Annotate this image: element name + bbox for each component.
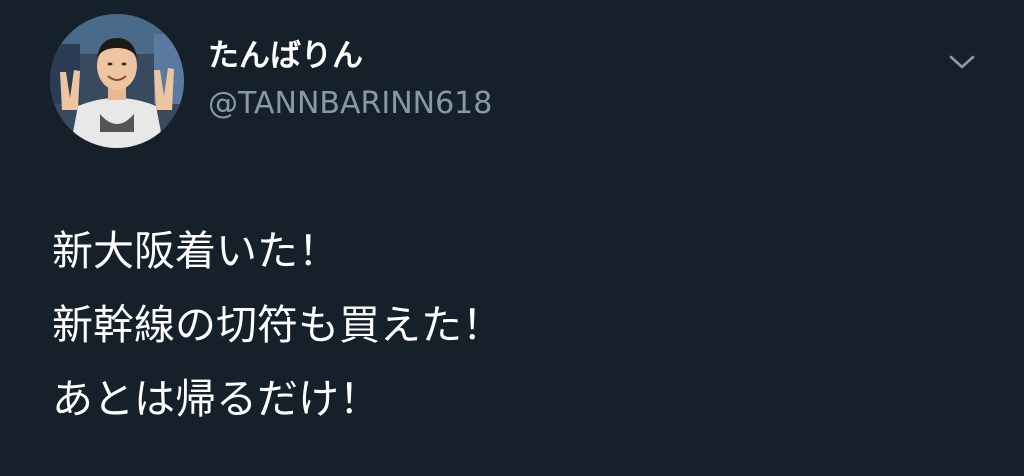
tweet-text-line: 新幹線の切符も買えた！ bbox=[52, 301, 503, 349]
chevron-down-icon bbox=[949, 55, 975, 69]
tweet-menu-button[interactable] bbox=[940, 46, 984, 78]
display-name[interactable]: たんばりん bbox=[208, 36, 363, 76]
tweet-text-line: 新大阪着いた！ bbox=[52, 227, 339, 275]
avatar[interactable] bbox=[50, 14, 184, 148]
tweet-text: 新大阪着いた！ 新幹線の切符も買えた！ あとは帰るだけ！ bbox=[52, 214, 982, 436]
profile-photo bbox=[50, 14, 184, 148]
user-handle[interactable]: @TANNBARINN618 bbox=[208, 84, 492, 124]
tweet-card: たんばりん @TANNBARINN618 新大阪着いた！ 新幹線の切符も買えた！… bbox=[0, 0, 1024, 476]
tweet-text-line: あとは帰るだけ！ bbox=[52, 375, 380, 423]
